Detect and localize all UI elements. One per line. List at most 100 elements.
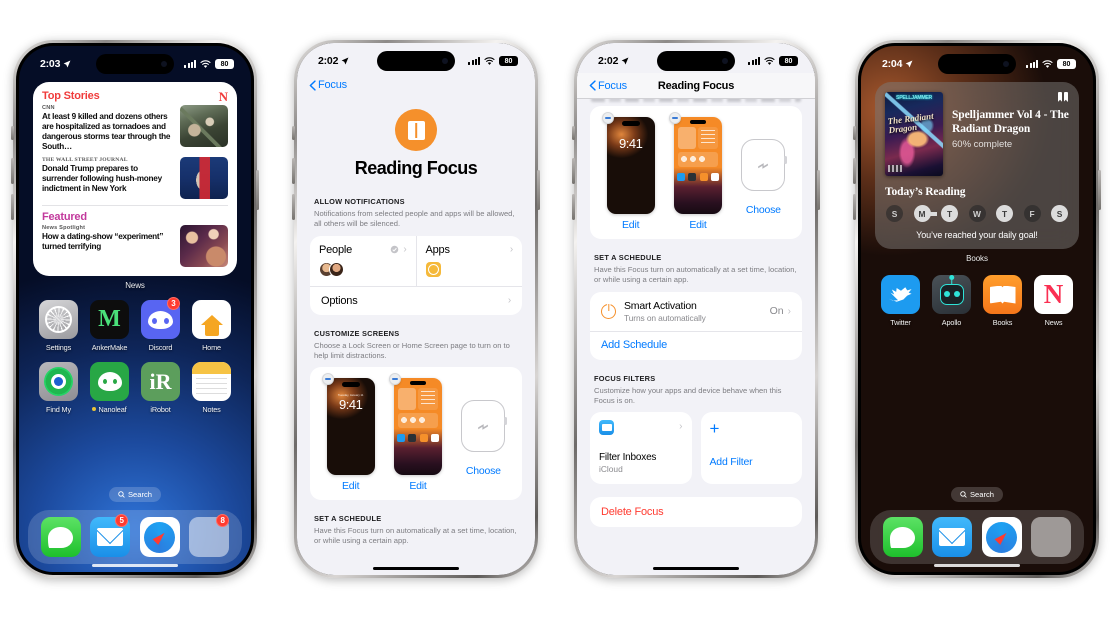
- app-irobot[interactable]: iR iRobot: [135, 362, 186, 414]
- remove-home-screen-button[interactable]: [668, 112, 681, 124]
- home-indicator[interactable]: [653, 566, 739, 570]
- app-apollo[interactable]: Apollo: [926, 275, 977, 327]
- choose-watch-face-button[interactable]: Choose: [746, 204, 781, 216]
- app-home[interactable]: Home: [186, 300, 237, 352]
- choose-watch-face-button[interactable]: Choose: [466, 465, 501, 477]
- home-indicator[interactable]: [934, 563, 1020, 567]
- watch-face-preview-item[interactable]: ⌁ Choose: [461, 378, 508, 477]
- news-story-featured[interactable]: News Spotlight How a dating-show “experi…: [42, 225, 228, 267]
- app-twitter[interactable]: Twitter: [875, 275, 926, 327]
- volume-up-button[interactable]: [11, 158, 14, 184]
- mini-widget: [417, 388, 438, 410]
- edit-lock-screen-button[interactable]: Edit: [622, 219, 640, 231]
- news-widget[interactable]: Top Stories N CNN At least 9 killed and …: [33, 82, 237, 276]
- people-row-accessory: ›: [390, 244, 407, 255]
- home-indicator[interactable]: [92, 563, 178, 567]
- edit-lock-screen-button[interactable]: Edit: [342, 480, 360, 492]
- dock-mail[interactable]: 5: [90, 514, 131, 557]
- options-row[interactable]: Options ›: [310, 285, 522, 315]
- volume-up-button[interactable]: [853, 158, 856, 184]
- mute-switch[interactable]: [853, 126, 856, 140]
- app-books[interactable]: Books: [977, 275, 1028, 327]
- remove-lock-screen-button[interactable]: [601, 112, 614, 124]
- app-label: iRobot: [150, 405, 171, 414]
- search-pill-1[interactable]: Search: [108, 487, 162, 502]
- app-nanoleaf[interactable]: Nanoleaf: [84, 362, 135, 414]
- lock-screen-thumbnail: 9:41: [606, 117, 655, 214]
- dock-safari[interactable]: [981, 517, 1022, 557]
- news-story-2[interactable]: THE WALL STREET JOURNAL Donald Trump pre…: [42, 157, 228, 199]
- add-filter-card[interactable]: + Add Filter: [700, 412, 802, 484]
- lock-screen-preview-item[interactable]: Tuesday, January 11 9:41 Edit: [321, 373, 375, 492]
- mini-app-row: [676, 173, 719, 181]
- mute-switch[interactable]: [11, 126, 14, 140]
- smart-activation-row[interactable]: Smart Activation Turns on automatically …: [590, 292, 802, 331]
- power-button[interactable]: [1098, 170, 1101, 210]
- set-schedule-header: SET A SCHEDULE: [314, 514, 382, 523]
- app-label: Notes: [202, 405, 221, 414]
- dock-mail[interactable]: [932, 517, 973, 557]
- volume-down-button[interactable]: [292, 194, 295, 220]
- day-wednesday: W: [968, 205, 986, 222]
- lock-screen-preview-item[interactable]: 9:41 Edit: [601, 112, 655, 231]
- books-widget[interactable]: SPELLJAMMER The Radiant Dragon Spelljamm…: [875, 82, 1079, 249]
- app-find-my[interactable]: Find My: [33, 362, 84, 414]
- back-button[interactable]: Focus: [309, 79, 347, 91]
- status-time: 2:04: [882, 58, 913, 70]
- dock-messages[interactable]: [40, 517, 81, 557]
- find-my-icon: [39, 362, 78, 401]
- set-schedule-description: Have this Focus turn on automatically at…: [314, 526, 517, 546]
- volume-up-button[interactable]: [292, 158, 295, 184]
- status-indicators: 80: [748, 56, 798, 66]
- remove-lock-screen-button[interactable]: [321, 373, 334, 385]
- screen-4: 2:04 80 SPELLJAMMER The Radiant Dragon S…: [861, 46, 1093, 572]
- location-arrow-icon: [905, 60, 913, 68]
- settings-scroll-3[interactable]: 9:41 Edit Edit ⌁ Choose SET A SCHEDULE H…: [577, 95, 815, 575]
- volume-up-button[interactable]: [572, 158, 575, 184]
- mute-switch[interactable]: [572, 126, 575, 140]
- power-button[interactable]: [537, 170, 540, 210]
- dock-folder[interactable]: [1031, 517, 1072, 557]
- watch-face-preview-item[interactable]: ⌁ Choose: [741, 117, 788, 216]
- dock-folder[interactable]: 8: [189, 514, 230, 557]
- app-news[interactable]: N News: [1028, 275, 1079, 327]
- app-discord[interactable]: 3 Discord: [135, 297, 186, 352]
- battery-indicator: 80: [499, 56, 518, 66]
- home-indicator[interactable]: [373, 566, 459, 570]
- home-screen-preview-item[interactable]: Edit: [388, 373, 442, 492]
- books-widget-top: SPELLJAMMER The Radiant Dragon Spelljamm…: [885, 92, 1069, 176]
- settings-scroll-2[interactable]: Reading Focus ALLOW NOTIFICATIONS Notifi…: [297, 97, 535, 575]
- focus-title: Reading Focus: [354, 158, 478, 178]
- home-screen-preview-item[interactable]: Edit: [668, 112, 722, 231]
- remove-home-screen-button[interactable]: [388, 373, 401, 385]
- apps-cell[interactable]: Apps ›: [417, 236, 523, 286]
- app-ankermake[interactable]: M AnkerMake: [84, 300, 135, 352]
- mute-switch[interactable]: [292, 126, 295, 140]
- cellular-bars-icon: [184, 60, 196, 68]
- filter-inboxes-card[interactable]: › Filter Inboxes iCloud: [590, 412, 692, 484]
- status-time: 2:02: [598, 55, 629, 67]
- dock-messages[interactable]: [882, 517, 923, 557]
- search-pill-4[interactable]: Search: [950, 487, 1004, 502]
- delete-focus-button[interactable]: Delete Focus: [590, 497, 802, 527]
- news-story-1[interactable]: CNN At least 9 killed and dozens others …: [42, 105, 228, 152]
- back-button[interactable]: Focus: [589, 80, 627, 92]
- people-label: People: [319, 243, 353, 256]
- notes-icon: [192, 362, 231, 401]
- people-cell[interactable]: People ›: [310, 235, 417, 286]
- app-notes[interactable]: Notes: [186, 362, 237, 414]
- volume-down-button[interactable]: [11, 194, 14, 220]
- mini-widget: [677, 127, 696, 149]
- power-button[interactable]: [817, 170, 820, 210]
- volume-down-button[interactable]: [853, 194, 856, 220]
- volume-down-button[interactable]: [572, 194, 575, 220]
- edit-home-screen-button[interactable]: Edit: [689, 219, 707, 231]
- add-schedule-button[interactable]: Add Schedule: [590, 330, 802, 360]
- phone-bezel: 2:04 80 SPELLJAMMER The Radiant Dragon S…: [858, 43, 1096, 575]
- app-settings[interactable]: Settings: [33, 300, 84, 352]
- cellular-bars-icon: [1026, 60, 1038, 68]
- dock-safari[interactable]: [139, 517, 180, 557]
- edit-home-screen-button[interactable]: Edit: [409, 480, 427, 492]
- schedule-card: Smart Activation Turns on automatically …: [590, 291, 802, 360]
- power-button[interactable]: [256, 170, 259, 210]
